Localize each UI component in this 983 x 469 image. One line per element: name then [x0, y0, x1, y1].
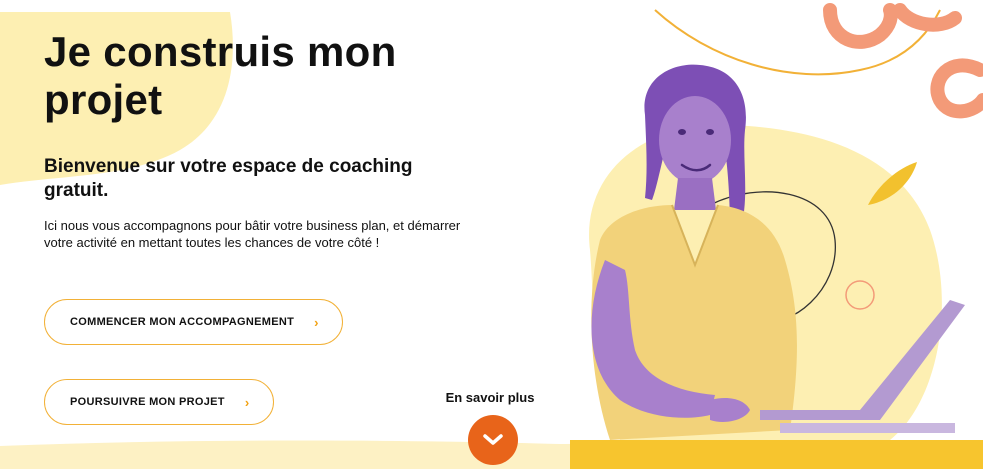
- chevron-down-icon: [483, 434, 503, 445]
- start-coaching-button[interactable]: COMMENCER MON ACCOMPAGNEMENT ›: [44, 299, 343, 345]
- continue-project-button[interactable]: POURSUIVRE MON PROJET ›: [44, 379, 274, 425]
- learn-more-label[interactable]: En savoir plus: [440, 390, 540, 405]
- hero-description: Ici nous vous accompagnons pour bâtir vo…: [44, 218, 461, 250]
- scroll-down-button[interactable]: [468, 415, 518, 465]
- decorative-coral-loop: [823, 3, 898, 49]
- continue-project-label: POURSUIVRE MON PROJET: [70, 396, 225, 408]
- hero-illustration: [570, 3, 983, 469]
- decorative-coral-loop: [930, 58, 983, 119]
- start-coaching-label: COMMENCER MON ACCOMPAGNEMENT: [70, 316, 295, 328]
- page-title: Je construis mon projet: [44, 28, 397, 123]
- decorative-coral-loop: [893, 3, 962, 32]
- hero-title-block: Je construis mon projet: [44, 28, 474, 124]
- desk: [570, 440, 983, 469]
- chevron-right-icon: ›: [244, 394, 250, 410]
- hero-subtitle: Bienvenue sur votre espace de coaching g…: [44, 156, 413, 201]
- chevron-right-icon: ›: [314, 314, 319, 330]
